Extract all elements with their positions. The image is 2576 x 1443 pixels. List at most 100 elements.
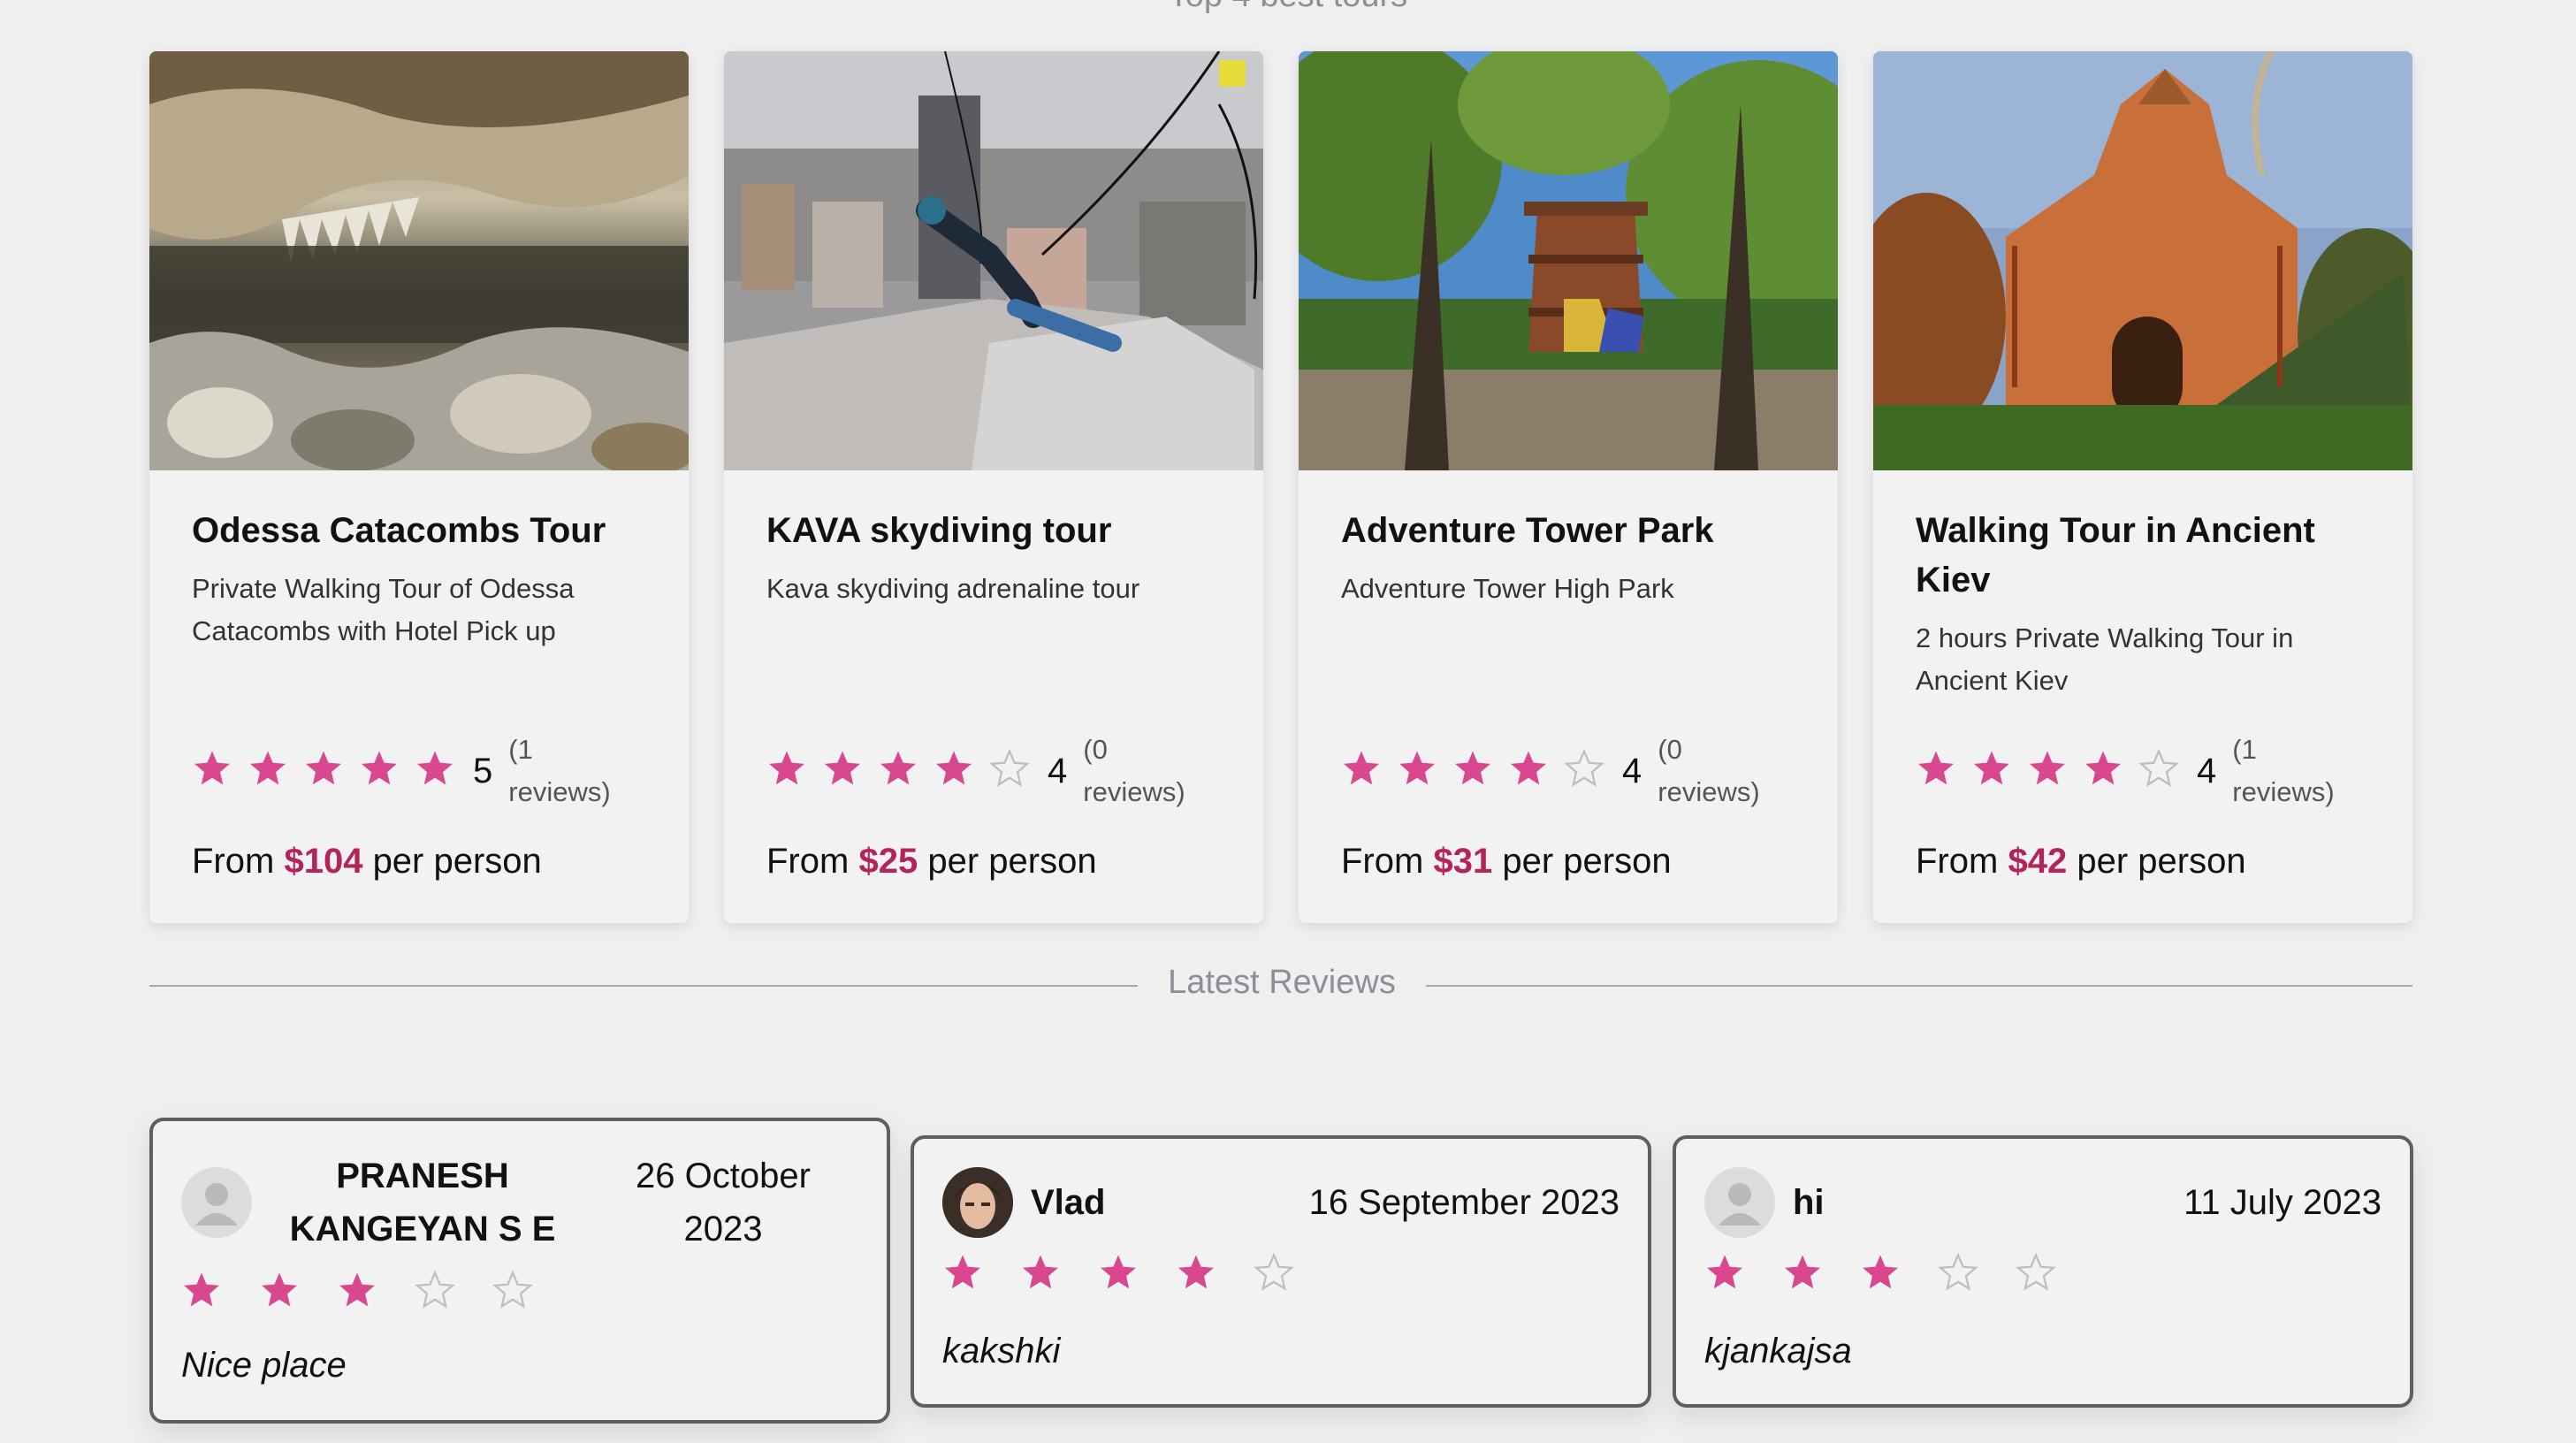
tour-rating: 4 (1 reviews) bbox=[1916, 729, 2356, 813]
star-filled-icon bbox=[2030, 751, 2065, 785]
price-suffix: per person bbox=[2077, 842, 2246, 881]
reviewer-name: PRANESH KANGEYAN S E bbox=[289, 1157, 556, 1248]
star-filled-icon bbox=[417, 751, 453, 785]
star-filled-icon bbox=[2085, 751, 2121, 785]
price-value: $31 bbox=[1433, 842, 1493, 881]
review-card: Vlad 16 September 2023 kakshki bbox=[911, 1135, 1651, 1408]
tour-image-golden-gate bbox=[1873, 51, 2412, 470]
tour-description: 2 hours Private Walking Tour in Ancient … bbox=[1916, 622, 2294, 696]
divider-line bbox=[149, 985, 1138, 987]
star-filled-icon bbox=[306, 751, 341, 785]
divider-line bbox=[1426, 985, 2412, 987]
tour-description: Adventure Tower High Park bbox=[1341, 573, 1674, 604]
tour-price: From $31 per person bbox=[1341, 842, 1672, 882]
star-empty-icon bbox=[2138, 748, 2179, 787]
star-filled-icon bbox=[936, 751, 972, 785]
star-rating bbox=[942, 1252, 1294, 1293]
review-text: Nice place bbox=[181, 1346, 347, 1385]
tour-image-skydiving bbox=[724, 51, 1263, 470]
latest-reviews-heading: Latest Reviews bbox=[1168, 964, 1396, 1001]
review-text: kakshki bbox=[942, 1332, 1061, 1370]
default-avatar-icon bbox=[1704, 1167, 1775, 1238]
star-filled-icon bbox=[1344, 751, 1379, 785]
tour-card[interactable]: Walking Tour in Ancient Kiev 2 hours Pri… bbox=[1873, 51, 2412, 923]
price-value: $42 bbox=[2008, 842, 2068, 881]
star-filled-icon bbox=[194, 751, 230, 785]
star-filled-icon bbox=[184, 1272, 219, 1307]
tour-price: From $104 per person bbox=[192, 842, 542, 882]
review-count: (0 reviews) bbox=[1083, 734, 1185, 807]
review-count: (1 reviews) bbox=[508, 734, 611, 807]
star-filled-icon bbox=[1511, 751, 1546, 785]
star-empty-icon bbox=[989, 748, 1030, 787]
star-filled-icon bbox=[945, 1255, 980, 1289]
tour-description: Private Walking Tour of Odessa Catacombs… bbox=[192, 573, 575, 646]
star-filled-icon bbox=[250, 751, 286, 785]
tour-price: From $42 per person bbox=[1916, 842, 2246, 882]
rating-value: 4 bbox=[1048, 752, 1068, 790]
tour-rating: 4 (0 reviews) bbox=[1341, 729, 1781, 813]
price-prefix: From bbox=[1916, 842, 1999, 881]
tour-image-catacombs bbox=[149, 51, 689, 470]
star-empty-icon bbox=[1564, 748, 1604, 787]
star-filled-icon bbox=[1023, 1255, 1058, 1289]
default-avatar-icon bbox=[181, 1167, 252, 1238]
star-empty-icon bbox=[2016, 1252, 2056, 1291]
star-rating bbox=[766, 748, 1030, 789]
tour-title[interactable]: Adventure Tower Park bbox=[1341, 506, 1795, 555]
tour-price: From $25 per person bbox=[766, 842, 1097, 882]
price-prefix: From bbox=[1341, 842, 1424, 881]
star-filled-icon bbox=[1785, 1255, 1820, 1289]
tour-rating: 5 (1 reviews) bbox=[192, 729, 632, 813]
price-prefix: From bbox=[766, 842, 850, 881]
reviewer-name: hi bbox=[1793, 1183, 1825, 1222]
star-rating bbox=[1704, 1252, 2056, 1293]
star-empty-icon bbox=[415, 1270, 455, 1309]
star-filled-icon bbox=[1863, 1255, 1898, 1289]
rating-value: 5 bbox=[473, 752, 493, 790]
tour-image-adventure-park bbox=[1299, 51, 1838, 470]
price-value: $25 bbox=[858, 842, 918, 881]
price-value: $104 bbox=[284, 842, 363, 881]
tour-rating: 4 (0 reviews) bbox=[766, 729, 1207, 813]
star-rating bbox=[192, 748, 455, 789]
star-empty-icon bbox=[492, 1270, 533, 1309]
star-rating bbox=[1916, 748, 2179, 789]
review-date: 11 July 2023 bbox=[2184, 1183, 2382, 1222]
rating-value: 4 bbox=[2197, 752, 2217, 790]
tour-title[interactable]: Walking Tour in Ancient Kiev bbox=[1916, 506, 2370, 605]
star-filled-icon bbox=[769, 751, 804, 785]
review-text: kjankajsa bbox=[1704, 1332, 1852, 1370]
reviewer-name: Vlad bbox=[1031, 1183, 1106, 1222]
star-filled-icon bbox=[262, 1272, 297, 1307]
review-count: (1 reviews) bbox=[2232, 734, 2335, 807]
review-card: PRANESH KANGEYAN S E 26 October 2023 Nic… bbox=[149, 1118, 890, 1424]
review-date: 26 October 2023 bbox=[636, 1157, 811, 1248]
star-rating bbox=[1341, 748, 1604, 789]
star-filled-icon bbox=[1455, 751, 1490, 785]
user-photo-avatar bbox=[942, 1167, 1013, 1238]
star-filled-icon bbox=[1178, 1255, 1214, 1289]
tour-title[interactable]: Odessa Catacombs Tour bbox=[192, 506, 646, 555]
star-filled-icon bbox=[1918, 751, 1954, 785]
price-suffix: per person bbox=[1502, 842, 1672, 881]
star-filled-icon bbox=[339, 1272, 375, 1307]
star-empty-icon bbox=[1938, 1252, 1978, 1291]
star-filled-icon bbox=[1399, 751, 1435, 785]
latest-reviews-divider: Latest Reviews bbox=[149, 964, 2412, 1008]
tour-title[interactable]: KAVA skydiving tour bbox=[766, 506, 1221, 555]
tour-description: Kava skydiving adrenaline tour bbox=[766, 573, 1140, 604]
review-count: (0 reviews) bbox=[1658, 734, 1760, 807]
price-prefix: From bbox=[192, 842, 275, 881]
rating-value: 4 bbox=[1622, 752, 1642, 790]
tour-card[interactable]: Odessa Catacombs Tour Private Walking To… bbox=[149, 51, 689, 923]
star-filled-icon bbox=[1101, 1255, 1136, 1289]
price-suffix: per person bbox=[372, 842, 542, 881]
tour-card[interactable]: KAVA skydiving tour Kava skydiving adren… bbox=[724, 51, 1263, 923]
tour-card[interactable]: Adventure Tower Park Adventure Tower Hig… bbox=[1299, 51, 1838, 923]
star-filled-icon bbox=[825, 751, 860, 785]
price-suffix: per person bbox=[927, 842, 1097, 881]
star-filled-icon bbox=[1974, 751, 2009, 785]
star-filled-icon bbox=[880, 751, 916, 785]
review-card: hi 11 July 2023 kjankajsa bbox=[1673, 1135, 2413, 1408]
